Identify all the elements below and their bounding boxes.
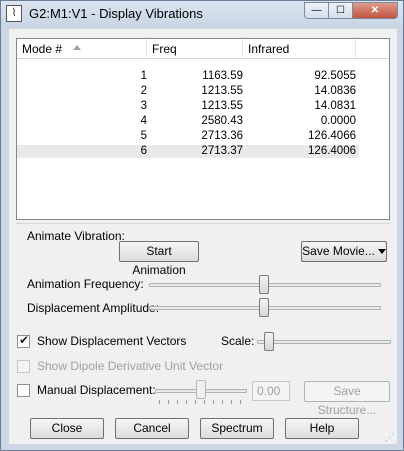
animation-frequency-slider[interactable] (259, 275, 269, 294)
column-header-mode[interactable]: Mode # (17, 39, 147, 59)
close-button[interactable]: Close (30, 418, 104, 439)
cell-infrared: 0.0000 (320, 115, 356, 127)
cell-mode: 6 (140, 145, 147, 157)
group-separator (16, 223, 390, 224)
tick-mark (195, 400, 196, 404)
table-row[interactable]: 1 1163.59 92.5055 (17, 70, 359, 83)
window-title: G2:M1:V1 - Display Vibrations (29, 6, 203, 21)
table-row[interactable]: 4 2580.43 0.0000 (17, 115, 359, 128)
tick-mark (222, 400, 223, 404)
tick-mark (186, 400, 187, 404)
spectrum-button[interactable]: Spectrum (200, 418, 274, 439)
table-row-selected[interactable]: 6 2713.37 126.4006 (17, 145, 359, 158)
title-bar[interactable]: ⌇ G2:M1:V1 - Display Vibrations — ☐ ✕ (1, 1, 403, 27)
chevron-down-icon (377, 249, 386, 255)
column-header-freq[interactable]: Freq (147, 39, 243, 59)
manual-displacement-value-field[interactable]: 0.00 (252, 381, 290, 401)
checkmark-icon: ✔ (19, 333, 30, 347)
cell-mode: 4 (140, 115, 147, 127)
resize-grip-icon[interactable]: ⋰ (385, 432, 395, 442)
help-button[interactable]: Help (285, 418, 359, 439)
tick-mark (213, 400, 214, 404)
cell-infrared: 92.5055 (314, 70, 356, 82)
save-movie-label: Save Movie... (302, 244, 375, 258)
cell-infrared: 14.0831 (314, 100, 356, 112)
sort-ascending-icon (73, 45, 81, 50)
column-header-mode-label: Mode # (22, 42, 63, 56)
cell-infrared: 126.4006 (308, 145, 356, 157)
animate-vibration-label: Animate Vibration: (27, 229, 125, 243)
cell-freq: 2713.36 (201, 130, 243, 142)
animation-frequency-label: Animation Frequency: (27, 277, 144, 291)
save-structure-button[interactable]: Save Structure... (304, 381, 390, 417)
maximize-button[interactable]: ☐ (328, 2, 353, 19)
displacement-amplitude-label: Displacement Amplitude: (27, 301, 160, 315)
tick-mark (168, 400, 169, 404)
cancel-button[interactable]: Cancel (115, 418, 189, 439)
show-displacement-vectors-checkbox[interactable]: ✔ (17, 333, 30, 348)
cell-freq: 2713.37 (201, 145, 243, 157)
manual-displacement-slider[interactable] (196, 380, 206, 399)
close-window-button[interactable]: ✕ (352, 2, 398, 19)
tick-mark (177, 400, 178, 404)
column-header-infrared[interactable]: Infrared (243, 39, 356, 59)
tick-mark (204, 400, 205, 404)
cell-freq: 2580.43 (201, 115, 243, 127)
minimize-button[interactable]: — (304, 2, 329, 19)
list-header: Mode # Freq Infrared (17, 39, 389, 59)
dialog-body: Mode # Freq Infrared 1 1163.59 92.5055 2… (9, 29, 397, 444)
show-displacement-vectors-label[interactable]: Show Displacement Vectors (37, 334, 186, 348)
cell-mode: 1 (140, 70, 147, 82)
save-movie-button[interactable]: Save Movie... (301, 241, 387, 262)
display-vibrations-window: ⌇ G2:M1:V1 - Display Vibrations — ☐ ✕ Mo… (0, 0, 404, 451)
start-animation-button[interactable]: Start Animation (119, 241, 199, 277)
manual-displacement-label[interactable]: Manual Displacement: (37, 383, 156, 397)
cell-freq: 1163.59 (202, 70, 243, 82)
scale-slider[interactable] (264, 332, 274, 351)
cell-infrared: 126.4066 (308, 130, 356, 142)
displacement-amplitude-slider[interactable] (259, 298, 269, 317)
cell-freq: 1213.55 (201, 85, 243, 97)
tick-mark (159, 400, 160, 404)
cell-freq: 1213.55 (201, 100, 243, 112)
table-row[interactable]: 3 1213.55 14.0831 (17, 100, 359, 113)
cell-infrared: 14.0836 (314, 85, 356, 97)
tick-mark (231, 400, 232, 404)
app-icon[interactable]: ⌇ (6, 5, 22, 22)
tick-mark (240, 400, 241, 404)
scale-label: Scale: (221, 334, 255, 348)
table-row[interactable]: 5 2713.36 126.4066 (17, 130, 359, 143)
scale-track[interactable] (257, 340, 391, 344)
cell-mode: 5 (140, 130, 147, 142)
cell-mode: 3 (140, 100, 147, 112)
show-dipole-derivative-checkbox[interactable] (17, 360, 30, 373)
vibration-modes-list[interactable]: Mode # Freq Infrared 1 1163.59 92.5055 2… (16, 38, 390, 220)
cell-mode: 2 (140, 85, 147, 97)
show-dipole-derivative-label[interactable]: Show Dipole Derivative Unit Vector (37, 359, 223, 373)
manual-displacement-checkbox[interactable] (17, 384, 30, 397)
table-row[interactable]: 2 1213.55 14.0836 (17, 85, 359, 98)
manual-displacement-ticks (159, 400, 247, 405)
